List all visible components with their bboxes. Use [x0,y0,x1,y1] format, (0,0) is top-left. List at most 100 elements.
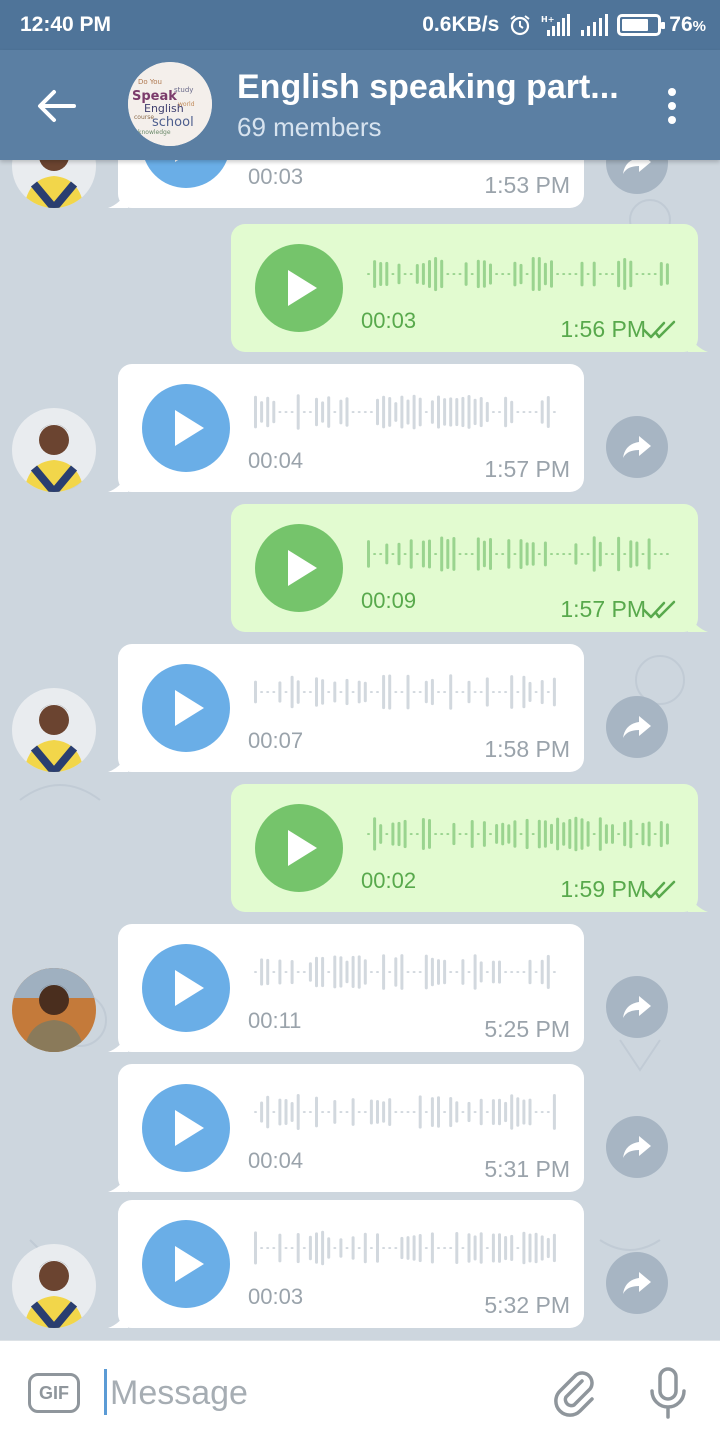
bubble-tail [688,334,708,352]
play-button[interactable] [255,524,343,612]
outgoing-voice-message[interactable]: 00:09 1:57 PM [231,504,708,632]
voice-duration: 00:09 [361,588,417,613]
hplus-signal-icon: H+ [541,14,571,36]
incoming-voice-message[interactable]: 00:04 1:57 PM [108,364,584,492]
gif-button[interactable]: GIF [28,1373,80,1413]
status-time: 12:40 PM [20,13,112,36]
battery-icon [617,14,666,36]
forward-arrow-icon [623,996,651,1018]
paperclip-icon[interactable] [552,1369,600,1417]
waveform[interactable] [254,1228,559,1268]
back-arrow-icon[interactable] [34,86,78,126]
share-button[interactable] [606,1252,668,1314]
signal-icon [581,14,609,36]
forward-arrow-icon [623,716,651,738]
group-avatar[interactable]: Do You study Speak English school course… [128,62,212,146]
alarm-icon [510,15,530,36]
person-photo [12,968,96,1052]
waveform[interactable] [367,534,672,574]
voice-duration: 00:03 [248,1284,304,1309]
play-icon [175,1110,204,1146]
forward-arrow-icon [623,1272,651,1294]
chat-header: Do You study Speak English school course… [0,50,720,160]
svg-text:Do You: Do You [138,78,162,86]
voice-duration: 00:07 [248,728,304,753]
message-time: 5:31 PM [484,1156,570,1182]
sender-avatar[interactable] [12,1244,96,1328]
forward-arrow-icon [623,160,651,174]
forward-arrow-icon [623,436,651,458]
person-photo [12,688,96,772]
network-speed: 0.6KB/s [422,13,500,36]
share-button[interactable] [606,976,668,1038]
sender-avatar[interactable] [12,968,96,1052]
waveform[interactable] [367,254,672,294]
message-time: 1:59 PM [560,876,646,902]
voice-duration: 00:03 [248,164,304,189]
incoming-voice-message[interactable]: 00:04 5:31 PM [108,1064,584,1192]
share-button[interactable] [606,1116,668,1178]
bubble-tail [688,894,708,912]
outgoing-voice-message[interactable]: 00:03 1:56 PM [231,224,708,352]
play-icon [175,970,204,1006]
play-icon [175,160,179,162]
chat-title[interactable]: English speaking part... [237,68,627,107]
person-photo [12,1244,96,1328]
read-checks-icon [642,600,676,619]
battery-level: 76% [669,13,706,36]
message-input[interactable] [110,1371,530,1415]
message-time: 1:56 PM [560,316,646,342]
voice-duration: 00:04 [248,448,304,473]
share-button[interactable] [606,416,668,478]
play-icon [175,690,204,726]
play-button[interactable] [142,160,230,188]
play-button[interactable] [255,244,343,332]
status-indicators: 0.6KB/s H+ 76% [422,13,706,37]
play-button[interactable] [142,944,230,1032]
forward-arrow-icon [623,1136,651,1158]
message-time: 1:57 PM [560,596,646,622]
sender-avatar[interactable] [12,688,96,772]
member-count: 69 members [237,112,382,142]
share-button[interactable] [606,696,668,758]
bubble-tail [108,1310,128,1328]
bubble-tail [108,1034,128,1052]
svg-text:school: school [152,115,194,130]
play-button[interactable] [142,664,230,752]
bubble-tail [108,1174,128,1192]
message-list[interactable]: 00:03 1:53 PM 00:03 1:56 PM 00:04 1:57 PM 00:0… [0,160,720,1340]
message-time: 1:57 PM [484,456,570,482]
svg-text:H+: H+ [541,15,554,24]
outgoing-voice-message[interactable]: 00:02 1:59 PM [231,784,708,912]
play-button[interactable] [142,384,230,472]
person-photo [12,408,96,492]
play-icon [175,1246,204,1282]
play-button[interactable] [255,804,343,892]
play-icon [288,270,317,306]
bubble-tail [108,474,128,492]
waveform[interactable] [254,1092,559,1132]
read-checks-icon [642,880,676,899]
voice-duration: 00:11 [248,1008,302,1033]
incoming-voice-message[interactable]: 00:03 5:32 PM [108,1200,584,1328]
waveform[interactable] [254,672,559,712]
message-time: 5:25 PM [484,1016,570,1042]
svg-text:knowledge: knowledge [138,129,171,136]
incoming-voice-message[interactable]: 00:03 1:53 PM [108,160,584,208]
bubble-tail [108,190,128,208]
status-bar: 12:40 PM 0.6KB/s H+ 76% [0,0,720,50]
voice-duration: 00:02 [361,868,417,893]
play-icon [288,830,317,866]
more-vert-icon[interactable] [664,86,680,126]
waveform[interactable] [367,814,672,854]
play-button[interactable] [142,1220,230,1308]
play-button[interactable] [142,1084,230,1172]
sender-avatar[interactable] [12,408,96,492]
waveform[interactable] [254,392,559,432]
waveform[interactable] [254,952,559,992]
incoming-voice-message[interactable]: 00:11 5:25 PM [108,924,584,1052]
message-time: 5:32 PM [484,1292,570,1318]
text-cursor [104,1369,107,1415]
incoming-voice-message[interactable]: 00:07 1:58 PM [108,644,584,772]
microphone-icon[interactable] [648,1367,688,1419]
